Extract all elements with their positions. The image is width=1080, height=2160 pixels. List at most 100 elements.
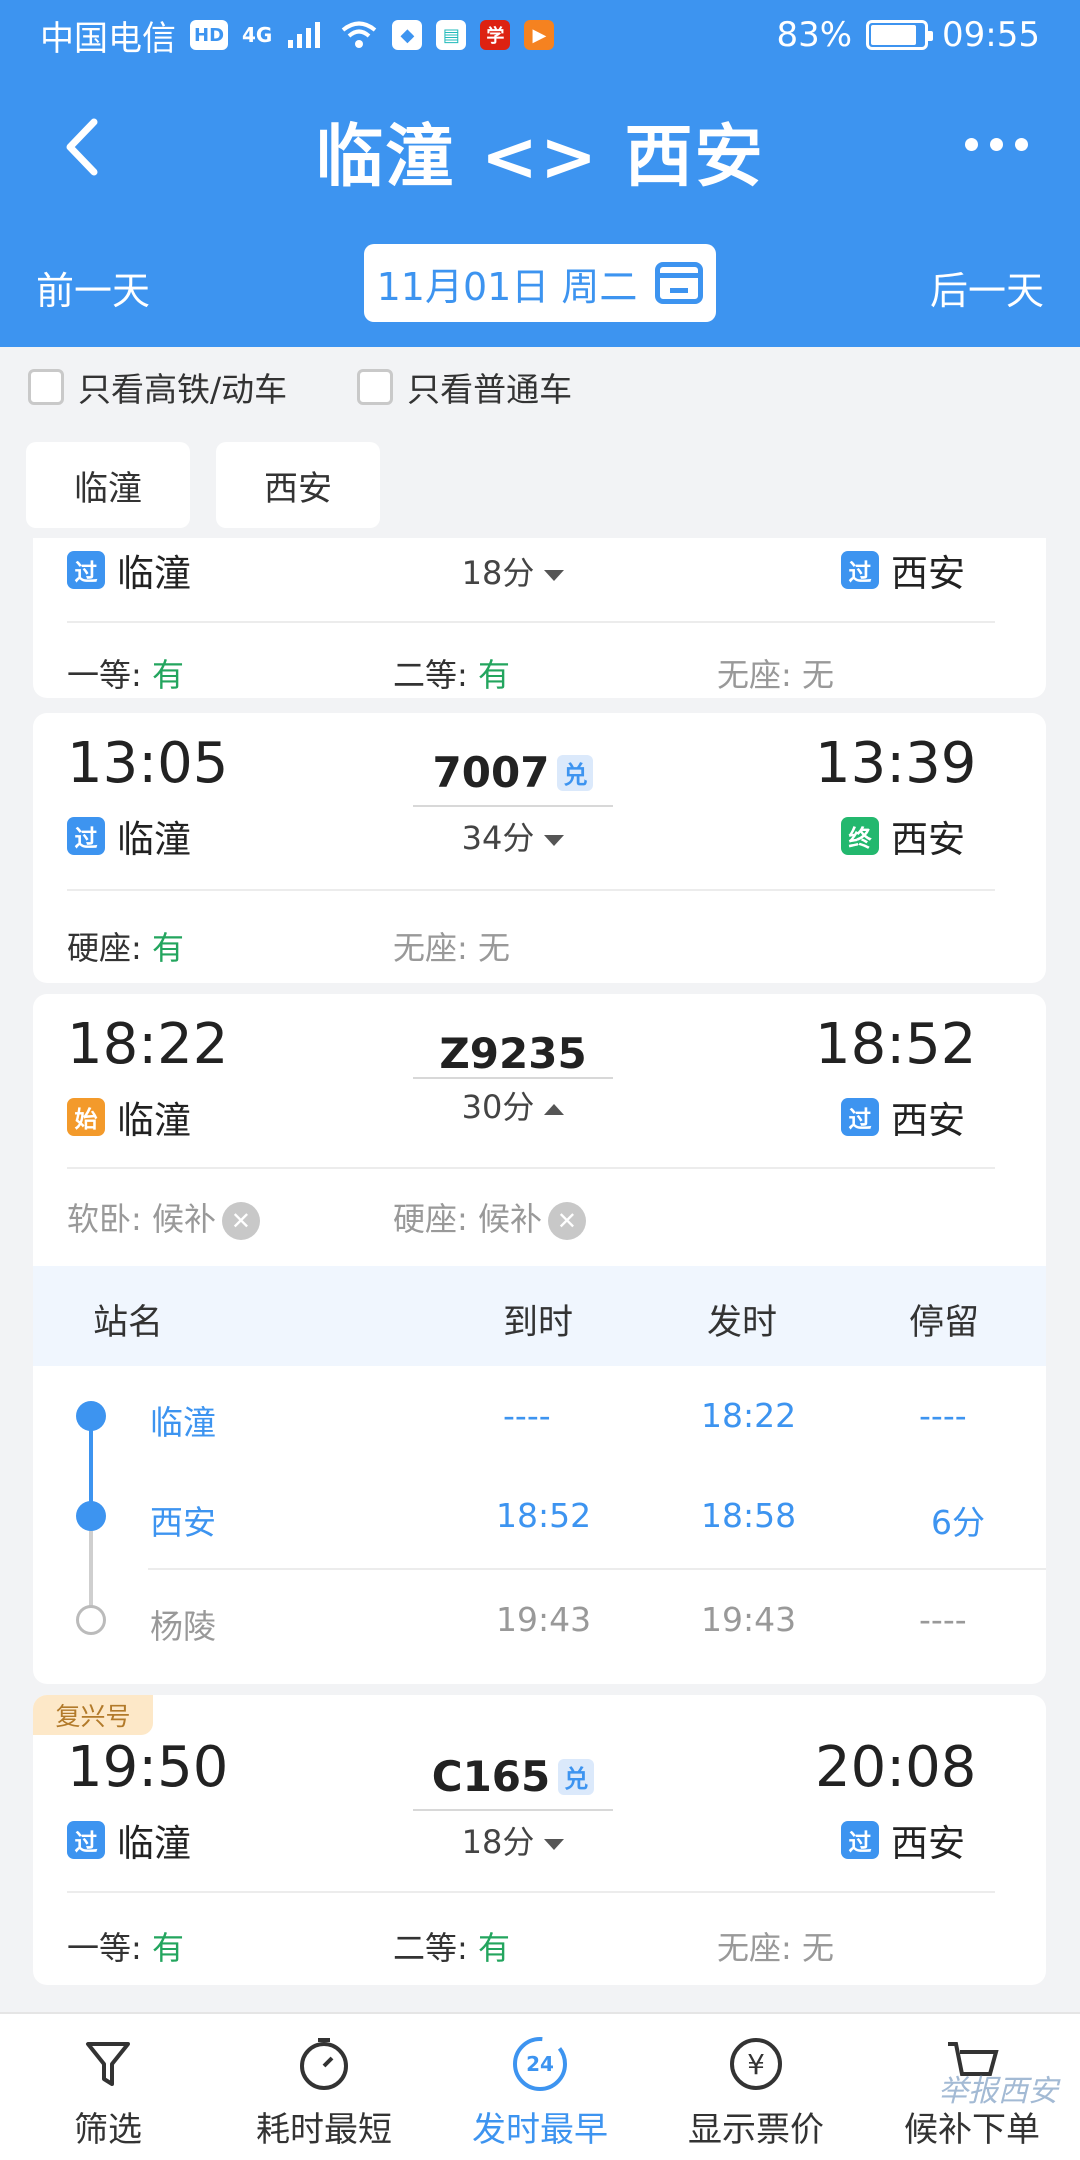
stop-dot (76, 1401, 106, 1431)
train-number[interactable]: C165 兑 (413, 1752, 613, 1801)
train-card[interactable]: 过 临潼 18分 过 西安 一等: 有 二等: 有 无座: 无 (33, 538, 1046, 698)
pass-tag: 过 (841, 1098, 879, 1136)
normal-train-label: 只看普通车 (407, 370, 573, 409)
depart-time: 13:05 (67, 731, 229, 796)
timer-icon (300, 2038, 348, 2090)
carrier-label: 中国电信 (40, 18, 176, 59)
book-icon: ▤ (436, 20, 467, 50)
filter-button[interactable]: 筛选 (18, 2034, 198, 2151)
stop-row: 西安 18:52 18:58 6分 (33, 1468, 1046, 1568)
train-number[interactable]: Z9235 (413, 1029, 613, 1078)
seat-hard: 硬座: 有 (67, 929, 184, 967)
svg-text:24: 24 (526, 2052, 554, 2076)
date-bar: 前一天 11月01日 周二 后一天 (0, 240, 1080, 324)
duration[interactable]: 34分 (413, 813, 613, 859)
yuan-icon: ¥ (730, 2038, 782, 2090)
hd-icon: HD (190, 20, 229, 50)
seat-second: 二等: 有 (393, 656, 510, 694)
battery-percent: 83% (776, 15, 853, 55)
to-station-name: 西安 (891, 818, 965, 861)
train-number[interactable]: 7007 兑 (413, 748, 613, 797)
date-picker[interactable]: 11月01日 周二 (364, 244, 716, 322)
arrive-time: 20:08 (815, 1735, 977, 1800)
from-station: 过 临潼 (67, 809, 191, 863)
network-icon: 4G (242, 23, 273, 47)
train-card-expanded[interactable]: 18:22 始 临潼 Z9235 30分 18:52 过 西安 软卧: 候补 ✕ … (33, 994, 1046, 1684)
station-tab-xian[interactable]: 西安 (216, 442, 380, 528)
arrive-time: 13:39 (815, 731, 977, 796)
back-icon[interactable] (52, 112, 122, 182)
shortest-duration-button[interactable]: 耗时最短 (234, 2034, 414, 2151)
prev-day-button[interactable]: 前一天 (36, 260, 150, 315)
status-bar: 中国电信 HD 4G ◆ ▤ 学 ▶ 83% 09:55 (0, 0, 1080, 70)
from-station-name: 临潼 (117, 1099, 191, 1142)
seat-soft-sleeper[interactable]: 软卧: 候补 ✕ (67, 1194, 260, 1240)
header: 中国电信 HD 4G ◆ ▤ 学 ▶ 83% 09:55 临潼 <> 西安 前一… (0, 0, 1080, 347)
seat-none: 无座: 无 (393, 929, 510, 967)
to-station-name: 西安 (891, 552, 965, 595)
from-station-name: 临潼 (117, 552, 191, 595)
depart-time: 18:22 (67, 1012, 229, 1077)
show-price-button[interactable]: ¥ 显示票价 (666, 2034, 846, 2151)
navbar: 临潼 <> 西安 (0, 90, 1080, 210)
to-station: 过 西安 (841, 1813, 965, 1867)
signal-icon (288, 22, 321, 48)
stop-table-header: 站名 到时 发时 停留 (33, 1266, 1046, 1366)
filter-icon (86, 2042, 130, 2086)
train-card[interactable]: 13:05 过 临潼 7007 兑 34分 13:39 终 西安 硬座: 有 无座… (33, 713, 1046, 983)
divider (413, 1809, 613, 1811)
wifi-icon (342, 21, 377, 48)
filter-bar: 只看高铁/动车 只看普通车 (0, 347, 1080, 427)
chevron-down-icon (544, 1838, 565, 1850)
svg-text:¥: ¥ (747, 2048, 765, 2081)
origin-tag: 始 (67, 1098, 105, 1136)
seat-second: 二等: 有 (393, 1929, 510, 1967)
calendar-icon (655, 262, 704, 304)
seat-hard[interactable]: 硬座: 候补 ✕ (393, 1194, 586, 1240)
to-station: 过 西安 (841, 543, 965, 597)
duration[interactable]: 18分 (413, 1817, 613, 1863)
divider (67, 1891, 995, 1893)
earliest-departure-button[interactable]: 24 发时最早 (450, 2034, 630, 2151)
shield-icon: ◆ (392, 20, 423, 50)
close-icon: ✕ (221, 1202, 260, 1240)
to-station-name: 西安 (891, 1822, 965, 1865)
clock: 09:55 (942, 15, 1040, 55)
depart-time: 19:50 (67, 1735, 229, 1800)
high-speed-label: 只看高铁/动车 (78, 370, 288, 409)
arrive-time: 18:52 (815, 1012, 977, 1077)
terminal-tag: 终 (841, 817, 879, 855)
from-station: 过 临潼 (67, 543, 191, 597)
train-list[interactable]: 过 临潼 18分 过 西安 一等: 有 二等: 有 无座: 无 13:05 过 … (0, 538, 1080, 2012)
stop-row: 杨陵 19:43 19:43 ---- (33, 1572, 1046, 1672)
pass-tag: 过 (841, 551, 879, 589)
divider (148, 1568, 1046, 1570)
to-station: 过 西安 (841, 1090, 965, 1144)
exchange-badge: 兑 (557, 754, 594, 791)
next-day-button[interactable]: 后一天 (930, 260, 1044, 315)
checkbox-icon (28, 369, 64, 405)
high-speed-checkbox[interactable]: 只看高铁/动车 (28, 363, 287, 411)
normal-train-checkbox[interactable]: 只看普通车 (357, 363, 572, 411)
stop-dot (76, 1605, 106, 1635)
to-station-name: 西安 (891, 1099, 965, 1142)
train-card[interactable]: 复兴号 19:50 过 临潼 C165 兑 18分 20:08 过 西安 一等: … (33, 1695, 1046, 1985)
to-station: 终 西安 (841, 809, 965, 863)
from-station: 始 临潼 (67, 1090, 191, 1144)
bottom-bar: 筛选 耗时最短 24 发时最早 ¥ 显示票价 候补下单 举报西安 (0, 2012, 1080, 2160)
watermark: 举报西安 (938, 2074, 1058, 2109)
from-station-name: 临潼 (117, 1822, 191, 1865)
chevron-up-icon (544, 1103, 565, 1115)
station-tab-lintong[interactable]: 临潼 (26, 442, 190, 528)
from-station-name: 临潼 (117, 818, 191, 861)
duration[interactable]: 30分 (413, 1082, 613, 1128)
pass-tag: 过 (67, 551, 105, 589)
clock-24-icon: 24 (513, 2037, 567, 2091)
more-icon[interactable] (965, 138, 1028, 151)
duration: 18分 (413, 548, 613, 594)
page-title: 临潼 <> 西安 (315, 117, 765, 197)
stop-dot (76, 1501, 106, 1531)
close-icon: ✕ (547, 1202, 586, 1240)
pass-tag: 过 (67, 1821, 105, 1859)
seat-none: 无座: 无 (717, 1929, 834, 1967)
